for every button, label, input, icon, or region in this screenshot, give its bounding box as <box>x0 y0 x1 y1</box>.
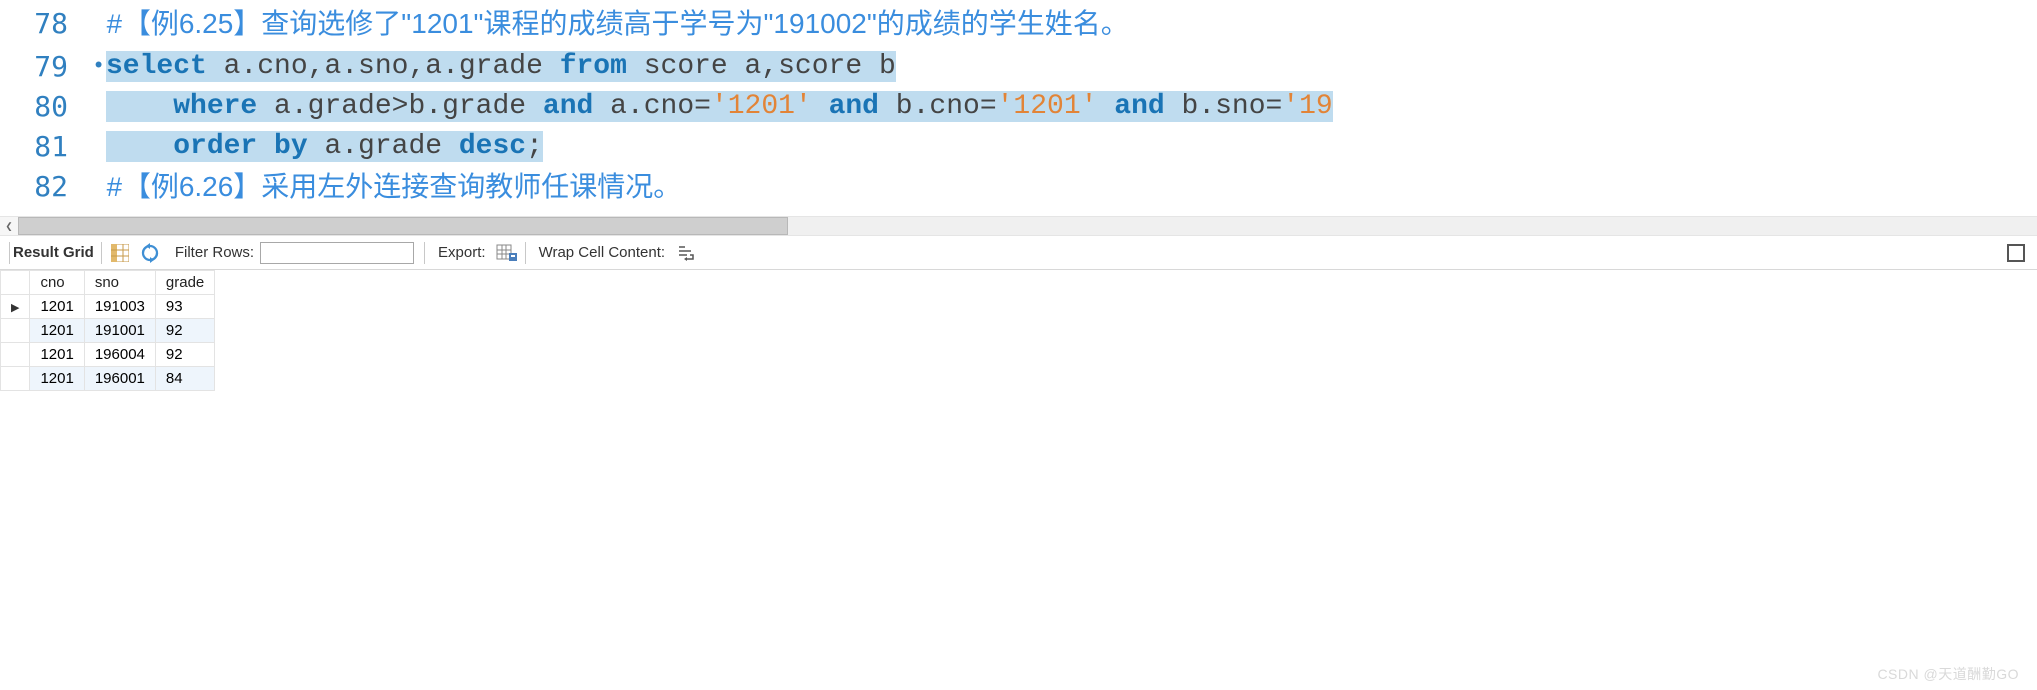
table-header-row: cnosnograde <box>1 271 215 295</box>
code-token: 【例6.26】采用左外连接查询教师任课情况。 <box>123 171 682 202</box>
code-token: '19 <box>1282 91 1332 122</box>
table-cell[interactable]: 1201 <box>30 343 84 367</box>
table-cell[interactable]: 93 <box>155 295 214 319</box>
code-token <box>106 131 173 162</box>
code-token: select <box>106 51 207 82</box>
code-line[interactable]: 78 #【例6.25】查询选修了"1201"课程的成绩高于学号为"191002"的… <box>0 4 2037 47</box>
code-token: order by <box>173 131 307 162</box>
row-indicator[interactable] <box>1 319 30 343</box>
code-token: desc <box>459 131 526 162</box>
code-token: score a,score b <box>627 51 896 82</box>
filter-rows-input[interactable] <box>260 242 414 264</box>
column-header[interactable]: grade <box>155 271 214 295</box>
scroll-thumb[interactable] <box>18 217 788 235</box>
code-line[interactable]: 80 where a.grade>b.grade and a.cno='1201… <box>0 87 2037 127</box>
code-token: and <box>829 91 879 122</box>
line-number: 79 <box>0 47 92 87</box>
line-number: 78 <box>0 4 92 44</box>
table-cell[interactable]: 92 <box>155 319 214 343</box>
export-label: Export: <box>438 244 486 261</box>
table-cell[interactable]: 196004 <box>84 343 155 367</box>
results-toolbar: Result Grid Filter Rows: Export: Wrap Ce… <box>0 236 2037 270</box>
table-cell[interactable]: 84 <box>155 367 214 391</box>
table-cell[interactable]: 196001 <box>84 367 155 391</box>
watermark: CSDN @天道酬勤GO <box>1877 664 2019 684</box>
result-grid-label: Result Grid <box>13 244 94 261</box>
statement-bullet-icon: • <box>92 47 106 87</box>
code-token: 【例6.25】查询选修了"1201"课程的成绩高于学号为"191002"的成绩的… <box>123 8 1129 39</box>
results-table[interactable]: cnosnograde12011910039312011910019212011… <box>0 270 215 391</box>
column-header[interactable]: sno <box>84 271 155 295</box>
code-token: and <box>543 91 593 122</box>
code-token: where <box>173 91 257 122</box>
code-token: a.grade <box>308 131 459 162</box>
code-token: from <box>560 51 627 82</box>
export-icon[interactable] <box>496 242 518 264</box>
line-number: 80 <box>0 87 92 127</box>
scroll-left-arrow[interactable]: ❮ <box>0 217 18 235</box>
grid-view-icon[interactable] <box>109 242 131 264</box>
row-indicator[interactable] <box>1 295 30 319</box>
row-indicator[interactable] <box>1 367 30 391</box>
code-token: a.cno= <box>593 91 711 122</box>
table-cell[interactable]: 191001 <box>84 319 155 343</box>
code-token: b.sno= <box>1165 91 1283 122</box>
table-cell[interactable]: 92 <box>155 343 214 367</box>
code-content[interactable]: where a.grade>b.grade and a.cno='1201' a… <box>106 87 1333 127</box>
table-cell[interactable]: 1201 <box>30 295 84 319</box>
code-token: '1201' <box>997 91 1098 122</box>
code-token <box>106 91 173 122</box>
code-token: # <box>106 174 123 205</box>
code-token: ; <box>526 131 543 162</box>
table-row[interactable]: 120119600492 <box>1 343 215 367</box>
sql-editor[interactable]: 78#【例6.25】查询选修了"1201"课程的成绩高于学号为"191002"的… <box>0 0 2037 210</box>
line-number: 81 <box>0 127 92 167</box>
table-row[interactable]: 120119600184 <box>1 367 215 391</box>
refresh-icon[interactable] <box>139 242 161 264</box>
code-line[interactable]: 79•select a.cno,a.sno,a.grade from score… <box>0 47 2037 87</box>
code-content[interactable]: #【例6.26】采用左外连接查询教师任课情况。 <box>106 167 681 210</box>
code-line[interactable]: 82 #【例6.26】采用左外连接查询教师任课情况。 <box>0 167 2037 210</box>
code-token: and <box>1114 91 1164 122</box>
panel-toggle-icon[interactable] <box>2005 242 2027 264</box>
line-number: 82 <box>0 167 92 207</box>
table-row[interactable]: 120119100393 <box>1 295 215 319</box>
table-cell[interactable]: 1201 <box>30 367 84 391</box>
code-token: '1201' <box>711 91 812 122</box>
wrap-content-label: Wrap Cell Content: <box>539 244 665 261</box>
code-token <box>1097 91 1114 122</box>
code-content[interactable]: order by a.grade desc; <box>106 127 543 167</box>
table-cell[interactable]: 1201 <box>30 319 84 343</box>
table-row[interactable]: 120119100192 <box>1 319 215 343</box>
code-content[interactable]: select a.cno,a.sno,a.grade from score a,… <box>106 47 896 87</box>
code-content[interactable]: #【例6.25】查询选修了"1201"课程的成绩高于学号为"191002"的成绩… <box>106 4 1129 47</box>
column-header[interactable]: cno <box>30 271 84 295</box>
filter-rows-label: Filter Rows: <box>175 244 254 261</box>
wrap-content-icon[interactable] <box>675 242 697 264</box>
table-cell[interactable]: 191003 <box>84 295 155 319</box>
horizontal-scrollbar[interactable]: ❮ <box>0 216 2037 236</box>
scroll-track[interactable] <box>18 217 2037 235</box>
row-header-corner <box>1 271 30 295</box>
code-token: b.cno= <box>879 91 997 122</box>
code-token <box>812 91 829 122</box>
code-token: a.grade>b.grade <box>257 91 543 122</box>
row-indicator[interactable] <box>1 343 30 367</box>
code-token: a.cno,a.sno,a.grade <box>207 51 560 82</box>
code-token: # <box>106 11 123 42</box>
code-line[interactable]: 81 order by a.grade desc; <box>0 127 2037 167</box>
